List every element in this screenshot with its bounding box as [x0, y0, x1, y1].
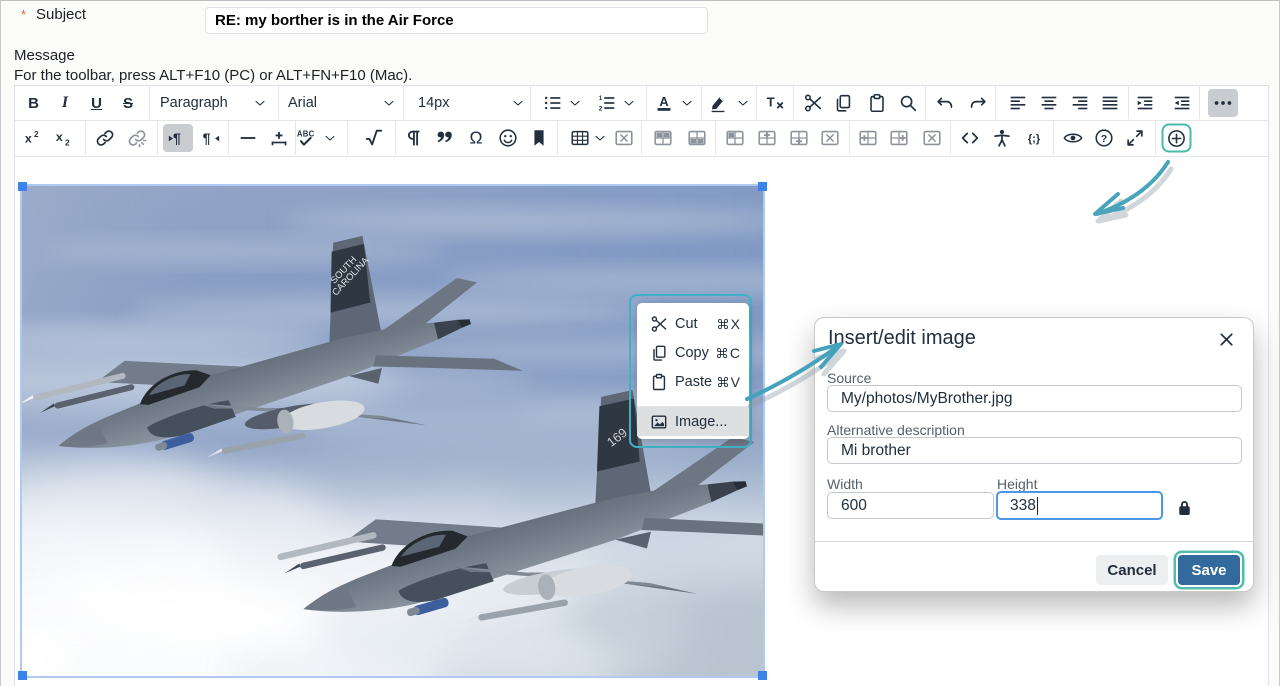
svg-text:2: 2 — [598, 105, 602, 112]
svg-text:1: 1 — [598, 95, 602, 102]
svg-text:¶: ¶ — [172, 131, 180, 147]
svg-text:ABC: ABC — [296, 130, 314, 139]
svg-text:x: x — [56, 130, 63, 144]
svg-text:¶: ¶ — [203, 131, 211, 147]
svg-text:2: 2 — [65, 138, 70, 147]
svg-text:2: 2 — [34, 130, 39, 139]
svg-text:Ω: Ω — [469, 128, 482, 148]
svg-text:x: x — [24, 132, 31, 146]
svg-text:A: A — [659, 94, 668, 109]
svg-text:T: T — [767, 95, 775, 110]
svg-text:?: ? — [1101, 133, 1107, 145]
svg-text:{;}: {;} — [1028, 133, 1041, 145]
